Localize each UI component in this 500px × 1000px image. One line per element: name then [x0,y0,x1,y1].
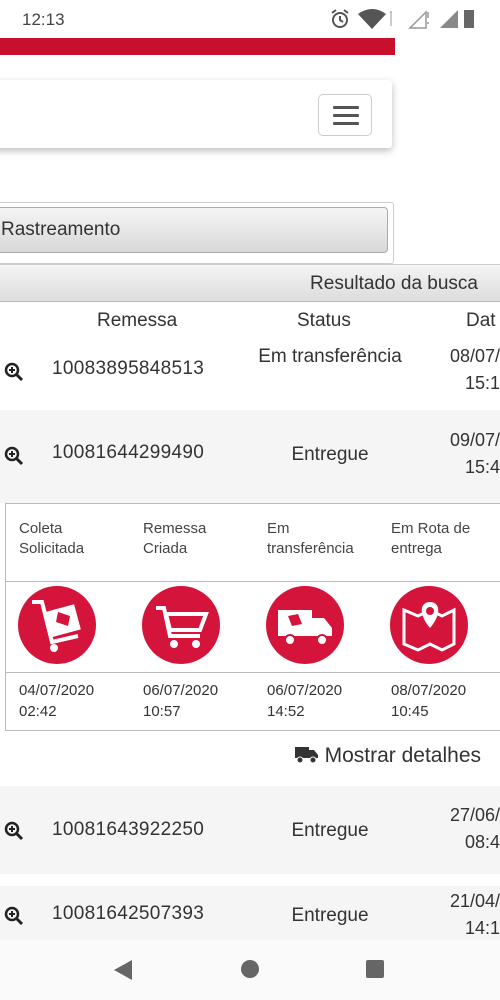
truck-icon [266,586,344,664]
date-day: 09/07/ [449,430,500,450]
divider [6,581,500,582]
step-label-line: Em [267,520,290,537]
table-row[interactable]: 10081643922250 Entregue 27/06/ 08:4 [0,786,500,874]
column-header-date: Dat [466,310,496,331]
status-text: Entregue [291,820,369,841]
date-text: 21/04/ 14:1 [410,888,500,942]
step-time: 10:57 [143,703,181,720]
remessa-number: 10081643922250 [52,819,205,840]
menu-icon-line [333,122,359,125]
step-time: 10:45 [391,703,429,720]
brand-header-bar [0,38,395,55]
step-label-line: entrega [391,540,442,557]
timeline-step-label: Coleta Solicitada [19,519,84,559]
signal-icon [440,10,458,28]
timeline-step-label: Em transferência [267,519,354,559]
date-day: 08/07/ [449,346,500,366]
remessa-number: 10083895848513 [52,358,205,379]
timeline-step-label: Remessa Criada [143,519,206,559]
truck-icon [294,747,318,764]
status-bar: 12:13 [0,0,500,38]
shopping-cart-icon [142,586,220,664]
menu-icon-line [333,114,359,117]
step-date: 06/07/2020 [267,682,343,699]
status-icons [331,9,474,29]
alarm-icon [331,9,349,28]
date-time: 15:1 [464,373,500,393]
status-text: Entregue [291,905,369,926]
step-label-line: Remessa [143,520,207,537]
home-icon[interactable] [240,959,260,979]
clock-time: 12:13 [22,10,65,29]
zoom-in-icon[interactable] [4,906,24,926]
status-text: Em transferência [258,346,402,367]
date-text: 08/07/ 15:1 [410,343,500,397]
timeline-step-date: 04/07/2020 02:42 [19,680,94,722]
results-header: Resultado da busca [0,264,500,302]
remessa-number: 10081642507393 [52,903,205,924]
column-header-status: Status [297,310,351,331]
step-date: 04/07/2020 [19,682,95,699]
table-row[interactable]: 10081644299490 Entregue 09/07/ 15:4 [0,410,500,503]
step-date: 06/07/2020 [143,682,219,699]
table-row[interactable]: 10083895848513 Em transferência 08/07/ 1… [0,338,500,410]
timeline-step-label: Em Rota de entrega [391,519,470,559]
map-pin-icon [390,586,468,664]
signal-empty-icon [408,10,427,29]
step-label-line: Coleta [19,520,63,537]
date-day: 21/04/ [449,891,500,911]
results-title: Resultado da busca [310,273,478,294]
menu-icon [333,106,359,109]
status-text: Entregue [291,444,369,465]
date-time: 08:4 [464,832,500,852]
step-label-line: transferência [267,540,354,557]
step-date: 08/07/2020 [391,682,467,699]
show-details-link[interactable]: Mostrar detalhes [294,744,481,768]
date-text: 27/06/ 08:4 [410,802,500,856]
zoom-in-icon[interactable] [4,821,24,841]
recents-icon[interactable] [365,959,385,979]
wifi-icon [358,9,386,29]
rastreamento-button[interactable]: Rastreamento [0,207,388,253]
zoom-in-icon[interactable] [4,446,24,466]
step-label-line: Solicitada [19,540,85,557]
timeline-step-date: 08/07/2020 10:45 [391,680,466,722]
back-icon[interactable] [112,958,134,982]
timeline-step-date: 06/07/2020 14:52 [267,680,342,722]
date-text: 09/07/ 15:4 [410,427,500,481]
cart-package-icon [18,586,96,664]
date-time: 14:1 [464,918,500,938]
divider [6,672,500,673]
menu-button[interactable] [318,94,372,136]
remessa-number: 10081644299490 [52,442,205,463]
zoom-in-icon[interactable] [4,362,24,382]
date-day: 27/06/ [449,805,500,825]
battery-icon [464,10,474,28]
date-time: 15:4 [464,457,500,477]
show-details-label: Mostrar detalhes [324,744,481,767]
step-label-line: Criada [143,540,188,557]
step-time: 14:52 [267,703,305,720]
step-time: 02:42 [19,703,57,720]
step-label-line: Em Rota de [391,520,471,537]
table-row[interactable]: 10081642507393 Entregue 21/04/ 14:1 [0,886,500,940]
system-navigation-bar [0,940,500,1000]
timeline-step-date: 06/07/2020 10:57 [143,680,218,722]
column-header-remessa: Remessa [97,310,178,331]
